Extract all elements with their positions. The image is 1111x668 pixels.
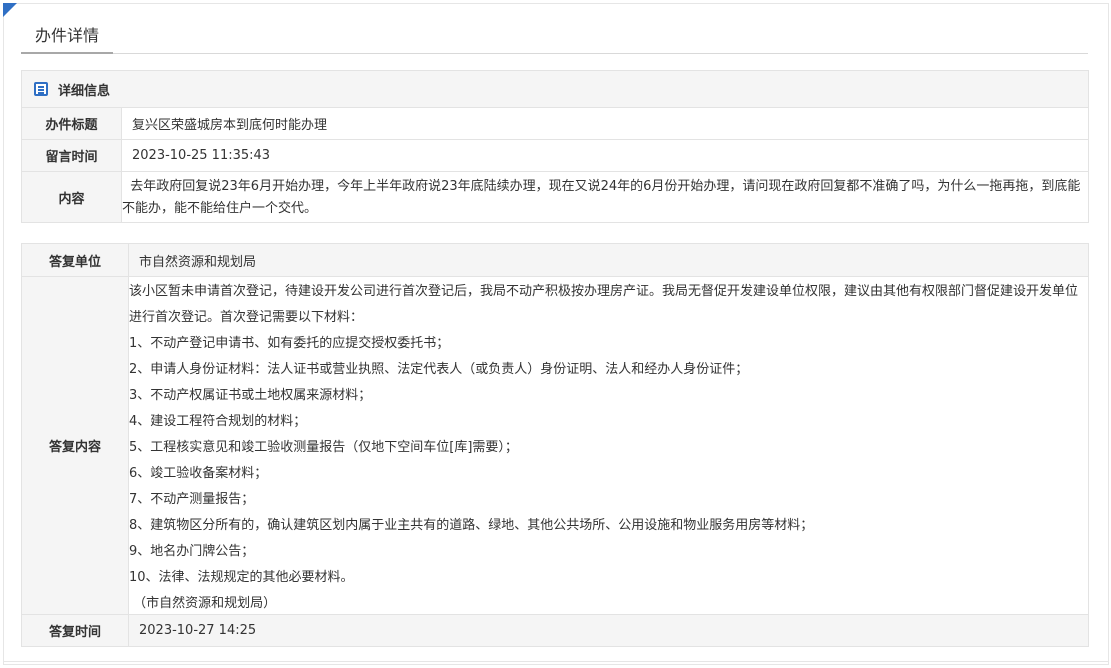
reply-line: 进行首次登记。首次登记需要以下材料： [129, 310, 364, 325]
detail-section: 详细信息 办件标题 复兴区荣盛城房本到底何时能办理 留言时间 2023-10-2… [21, 70, 1089, 223]
reply-line: 3、不动产权属证书或土地权属来源材料； [129, 388, 372, 403]
detail-section-header: 详细信息 [22, 71, 1088, 108]
detail-row-title: 办件标题 复兴区荣盛城房本到底何时能办理 [22, 108, 1088, 140]
reply-line: 8、建筑物区分所有的，确认建筑区划内属于业主共有的道路、绿地、其他公共场所、公用… [129, 518, 814, 533]
reply-section: 答复单位 市自然资源和规划局 答复内容 该小区暂未申请首次登记，待建设开发公司进… [21, 243, 1089, 647]
reply-row-unit: 答复单位 市自然资源和规划局 [22, 244, 1088, 277]
bottom-rule [3, 661, 1109, 662]
reply-line: 10、法律、法规规定的其他必要材料。 [129, 570, 354, 585]
reply-line: 1、不动产登记申请书、如有委托的应提交授权委托书； [129, 336, 450, 351]
reply-line: 4、建设工程符合规划的材料； [129, 414, 307, 429]
content-value: 去年政府回复说23年6月开始办理，今年上半年政府说23年底陆续办理，现在又说24… [122, 179, 1081, 216]
message-time-label: 留言时间 [22, 140, 122, 171]
reply-line: 2、申请人身份证材料：法人证书或营业执照、法定代表人（或负责人）身份证明、法人和… [129, 362, 749, 377]
corner-accent [3, 3, 17, 17]
reply-row-content: 答复内容 该小区暂未申请首次登记，待建设开发公司进行首次登记后，我局不动产积极按… [22, 277, 1088, 615]
page-title-bar: 办件详情 [21, 22, 1088, 54]
document-list-icon [34, 82, 48, 96]
content-label: 内容 [22, 172, 122, 222]
reply-line: 该小区暂未申请首次登记，待建设开发公司进行首次登记后，我局不动产积极按办理房产证… [129, 284, 1079, 299]
title-label: 办件标题 [22, 108, 122, 139]
reply-content-value: 该小区暂未申请首次登记，待建设开发公司进行首次登记后，我局不动产积极按办理房产证… [129, 277, 1088, 614]
reply-time-value: 2023-10-27 14:25 [129, 615, 1088, 646]
reply-line: 6、竣工验收备案材料； [129, 466, 268, 481]
page-title: 办件详情 [21, 22, 114, 54]
reply-line: 5、工程核实意见和竣工验收测量报告（仅地下空间车位[库]需要）； [129, 440, 518, 455]
title-value: 复兴区荣盛城房本到底何时能办理 [132, 118, 328, 133]
reply-line: 9、地名办门牌公告； [129, 544, 255, 559]
reply-line: 7、不动产测量报告； [129, 492, 255, 507]
detail-section-title: 详细信息 [58, 83, 111, 99]
detail-row-content: 内容 去年政府回复说23年6月开始办理，今年上半年政府说23年底陆续办理，现在又… [22, 172, 1088, 222]
reply-unit-label: 答复单位 [22, 244, 129, 276]
detail-row-time: 留言时间 2023-10-25 11:35:43 [22, 140, 1088, 172]
reply-row-time: 答复时间 2023-10-27 14:25 [22, 615, 1088, 646]
reply-time-label: 答复时间 [22, 615, 129, 646]
reply-signature: （市自然资源和规划局） [129, 596, 277, 611]
message-time-value: 2023-10-25 11:35:43 [132, 148, 271, 163]
reply-unit-value: 市自然资源和规划局 [129, 244, 1088, 276]
reply-content-label: 答复内容 [22, 277, 129, 614]
